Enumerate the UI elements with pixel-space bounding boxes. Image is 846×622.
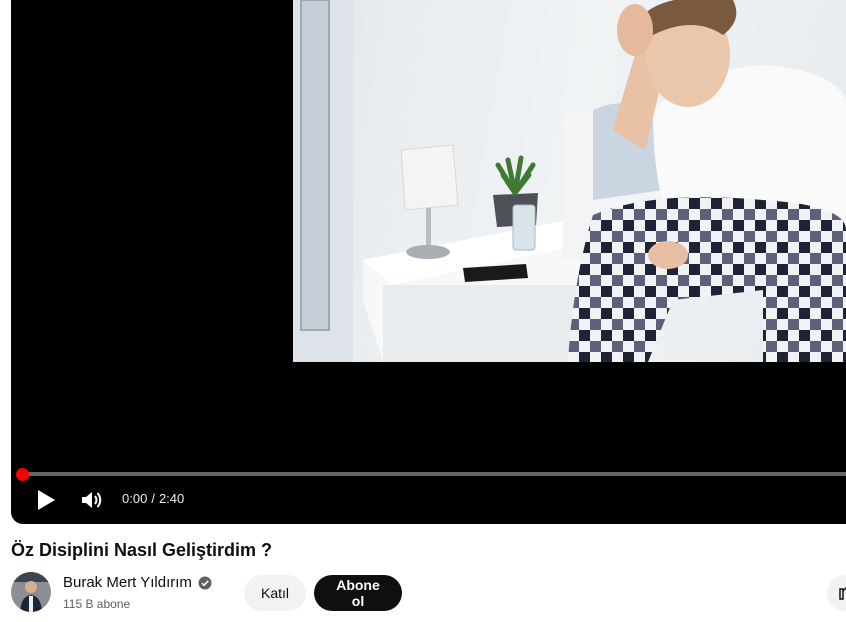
avatar-image [11, 572, 51, 612]
subscriber-count: 115 B abone [63, 597, 131, 611]
duration: 2:40 [158, 491, 185, 506]
progress-bar-track[interactable] [22, 472, 846, 476]
progress-scrubber-handle[interactable] [16, 468, 29, 481]
thumbs-up-icon [839, 586, 846, 600]
subscribe-button[interactable]: Abone ol [314, 575, 402, 611]
channel-avatar[interactable] [11, 572, 51, 612]
video-frame-image [293, 0, 846, 362]
play-icon [38, 490, 55, 510]
volume-icon [82, 492, 102, 508]
verified-check-icon [198, 576, 212, 590]
channel-name-link[interactable]: Burak Mert Yıldırım [63, 574, 212, 591]
video-player[interactable]: 0:00/2:40 [11, 0, 846, 524]
join-button[interactable]: Katıl [244, 575, 306, 611]
play-button[interactable] [33, 486, 59, 514]
video-title: Öz Disiplini Nasıl Geliştirdim ? [11, 540, 273, 560]
video-frame-thumbnail[interactable] [293, 0, 846, 362]
channel-name: Burak Mert Yıldırım [63, 574, 192, 591]
time-display: 0:00/2:40 [122, 491, 184, 506]
current-time: 0:00 [122, 491, 148, 506]
like-button[interactable] [827, 575, 846, 611]
time-separator: / [151, 491, 155, 506]
volume-button[interactable] [79, 486, 105, 514]
